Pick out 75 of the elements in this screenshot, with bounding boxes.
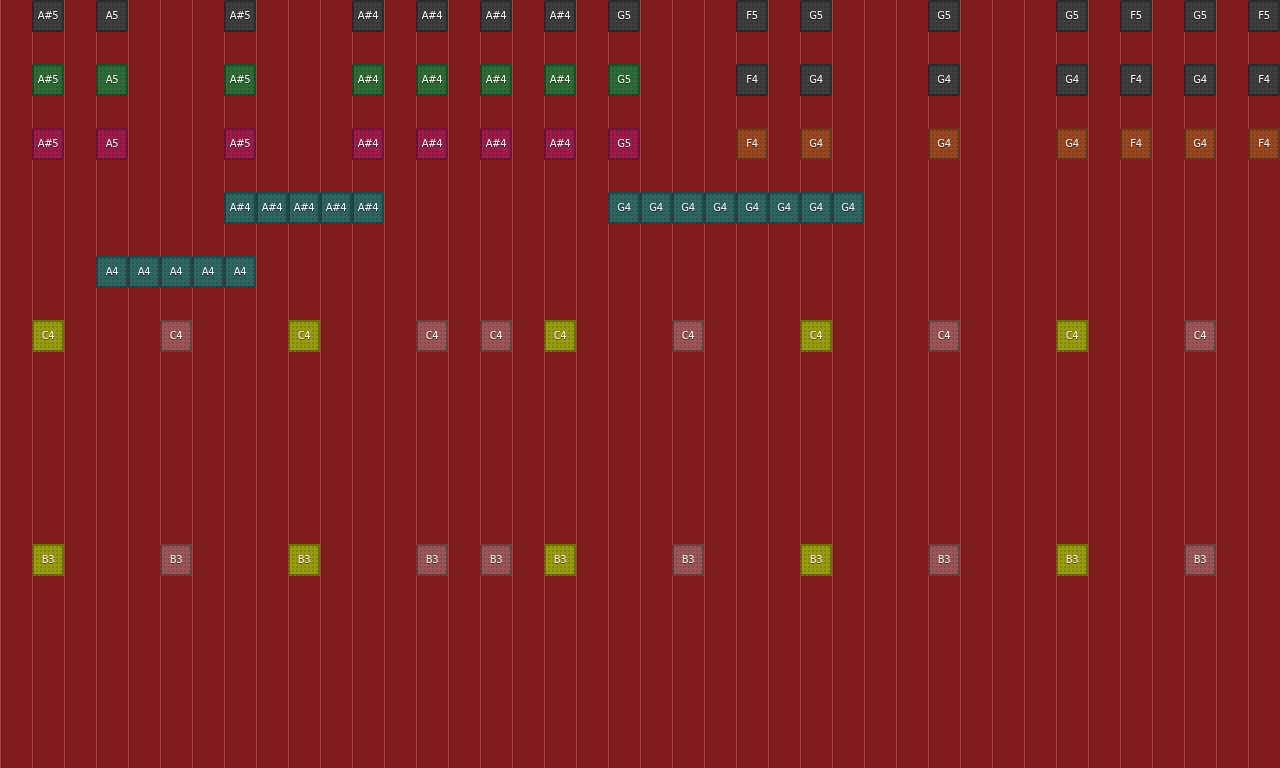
- note-block[interactable]: G5: [1056, 0, 1088, 32]
- note-block[interactable]: A#4: [352, 64, 384, 96]
- note-block[interactable]: A5: [96, 64, 128, 96]
- note-block[interactable]: G4: [1184, 64, 1216, 96]
- note-block[interactable]: G4: [928, 64, 960, 96]
- note-block[interactable]: G4: [768, 192, 800, 224]
- note-block[interactable]: G4: [800, 128, 832, 160]
- note-block[interactable]: F5: [736, 0, 768, 32]
- note-block[interactable]: G4: [800, 64, 832, 96]
- note-block[interactable]: G5: [1184, 0, 1216, 32]
- note-block[interactable]: C4: [160, 320, 192, 352]
- note-block[interactable]: A4: [160, 256, 192, 288]
- note-block[interactable]: G4: [832, 192, 864, 224]
- note-block[interactable]: A#4: [352, 128, 384, 160]
- note-block[interactable]: A#4: [352, 192, 384, 224]
- note-block[interactable]: A#4: [544, 64, 576, 96]
- note-block[interactable]: G4: [1184, 128, 1216, 160]
- note-block[interactable]: A#4: [416, 0, 448, 32]
- note-block[interactable]: F4: [1120, 128, 1152, 160]
- note-block[interactable]: G4: [640, 192, 672, 224]
- note-block[interactable]: A#4: [416, 128, 448, 160]
- note-block[interactable]: A4: [224, 256, 256, 288]
- note-block[interactable]: G4: [1056, 128, 1088, 160]
- note-block[interactable]: A#4: [256, 192, 288, 224]
- note-block[interactable]: B3: [416, 544, 448, 576]
- note-block[interactable]: A#4: [480, 128, 512, 160]
- note-block[interactable]: B3: [928, 544, 960, 576]
- note-block[interactable]: G4: [608, 192, 640, 224]
- note-block[interactable]: A#5: [32, 0, 64, 32]
- note-block[interactable]: B3: [480, 544, 512, 576]
- note-block[interactable]: F4: [1248, 64, 1280, 96]
- note-block[interactable]: A#5: [32, 64, 64, 96]
- note-block[interactable]: G5: [608, 64, 640, 96]
- note-block[interactable]: F4: [1248, 128, 1280, 160]
- note-block[interactable]: A#4: [352, 0, 384, 32]
- note-block[interactable]: F4: [736, 64, 768, 96]
- note-block[interactable]: G5: [800, 0, 832, 32]
- note-block[interactable]: A#4: [480, 0, 512, 32]
- note-block[interactable]: A#5: [224, 128, 256, 160]
- note-block[interactable]: A4: [96, 256, 128, 288]
- note-block[interactable]: G4: [928, 128, 960, 160]
- note-block[interactable]: A#4: [320, 192, 352, 224]
- note-block[interactable]: A#4: [544, 0, 576, 32]
- note-block[interactable]: A#4: [224, 192, 256, 224]
- note-block[interactable]: A#5: [224, 64, 256, 96]
- note-block[interactable]: G4: [672, 192, 704, 224]
- note-block[interactable]: A#4: [288, 192, 320, 224]
- note-block[interactable]: C4: [672, 320, 704, 352]
- note-block[interactable]: C4: [480, 320, 512, 352]
- note-block[interactable]: A#5: [32, 128, 64, 160]
- note-block[interactable]: G4: [1056, 64, 1088, 96]
- note-block[interactable]: G4: [800, 192, 832, 224]
- note-block[interactable]: C4: [416, 320, 448, 352]
- note-block[interactable]: G5: [608, 0, 640, 32]
- note-block[interactable]: F4: [1120, 64, 1152, 96]
- note-block[interactable]: G4: [704, 192, 736, 224]
- note-block[interactable]: A#4: [544, 128, 576, 160]
- note-block[interactable]: B3: [160, 544, 192, 576]
- note-block[interactable]: B3: [672, 544, 704, 576]
- note-block[interactable]: F5: [1120, 0, 1152, 32]
- note-block[interactable]: B3: [1184, 544, 1216, 576]
- note-block[interactable]: C4: [1184, 320, 1216, 352]
- note-block[interactable]: A#5: [224, 0, 256, 32]
- note-block[interactable]: G5: [928, 0, 960, 32]
- note-block[interactable]: G4: [736, 192, 768, 224]
- note-block[interactable]: A#4: [416, 64, 448, 96]
- note-block[interactable]: C4: [928, 320, 960, 352]
- note-block[interactable]: A4: [192, 256, 224, 288]
- note-block[interactable]: F4: [736, 128, 768, 160]
- note-block[interactable]: F5: [1248, 0, 1280, 32]
- note-block[interactable]: A5: [96, 0, 128, 32]
- note-block[interactable]: A5: [96, 128, 128, 160]
- note-block[interactable]: A#4: [480, 64, 512, 96]
- note-block[interactable]: G5: [608, 128, 640, 160]
- note-block[interactable]: A4: [128, 256, 160, 288]
